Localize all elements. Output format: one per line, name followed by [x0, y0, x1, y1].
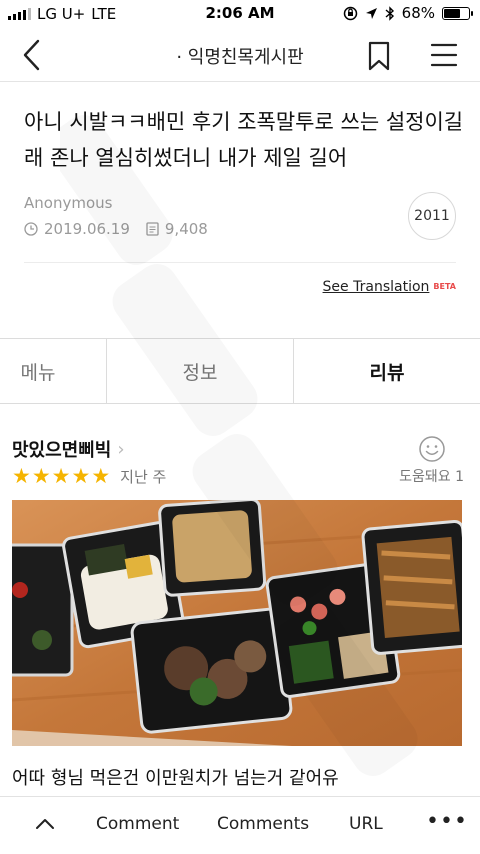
star-icon: ★: [91, 464, 111, 488]
food-photo: [12, 500, 462, 746]
bottom-toolbar: Comment Comments URL •••: [0, 796, 480, 854]
battery-icon: [442, 6, 473, 20]
rating-row: ★ ★ ★ ★ ★ 지난 주: [12, 465, 166, 487]
review-time: 지난 주: [120, 467, 167, 486]
bookmark-icon[interactable]: [364, 40, 394, 72]
url-button[interactable]: URL: [349, 814, 383, 834]
post-date: 2019.06.19: [24, 220, 130, 238]
orientation-lock-icon: [343, 6, 357, 20]
comments-button[interactable]: Comments: [217, 814, 309, 834]
divider: [24, 262, 456, 263]
menu-icon[interactable]: [430, 42, 458, 68]
post-title: 아니 시발ㅋㅋ배민 후기 조폭말투로 쓰는 설정이길래 존나 열심히썼더니 내가…: [24, 110, 464, 170]
battery-percent: 68%: [401, 4, 435, 22]
tab-info: 정보: [106, 339, 294, 403]
screenshot-tab-bar: 메뉴 정보 리뷰: [0, 338, 480, 404]
tab-review: 리뷰: [369, 361, 405, 384]
see-translation-label[interactable]: See Translation: [323, 279, 430, 295]
chevron-up-icon[interactable]: [34, 813, 56, 835]
tab-menu: 메뉴: [20, 361, 56, 384]
reviewer-name: 맛있으면삐빅 ›: [12, 436, 125, 462]
star-icon: ★: [31, 464, 51, 488]
status-bar: LG U+ LTE 2:06 AM 68%: [0, 0, 480, 28]
location-icon: [365, 7, 377, 19]
battery-level: [444, 8, 461, 18]
post-views: 9,408: [146, 220, 208, 238]
star-icon: ★: [71, 464, 91, 488]
post-meta: 2019.06.19 9,408: [24, 220, 208, 238]
star-icon: ★: [51, 464, 71, 488]
star-rating: ★ ★ ★ ★ ★: [12, 465, 110, 487]
smiley-icon: [419, 436, 445, 462]
post-views-text: 9,408: [164, 220, 208, 238]
year-badge: 2011: [408, 192, 456, 240]
star-icon: ★: [12, 464, 31, 488]
bluetooth-icon: [385, 5, 394, 21]
status-right: 68%: [343, 4, 473, 22]
post-author: Anonymous: [24, 194, 113, 212]
see-translation-link[interactable]: See Translation BETA: [323, 279, 456, 295]
nav-bar: · 익명친목게시판: [0, 28, 480, 82]
view-count-icon: [146, 222, 159, 236]
comment-button[interactable]: Comment: [96, 814, 179, 834]
board-title: · 익명친목게시판: [176, 47, 304, 68]
clock-icon: [24, 222, 38, 236]
beta-badge: BETA: [433, 282, 456, 291]
more-options-icon[interactable]: •••: [426, 809, 468, 834]
post-date-text: 2019.06.19: [44, 220, 130, 238]
chevron-right-icon: ›: [117, 438, 125, 460]
helpful-count: 도움돼요 1: [399, 469, 464, 485]
reviewer-name-text: 맛있으면삐빅: [12, 440, 112, 461]
review-text: 어따 형님 먹은건 이만원치가 넘는거 같어유: [12, 768, 339, 789]
